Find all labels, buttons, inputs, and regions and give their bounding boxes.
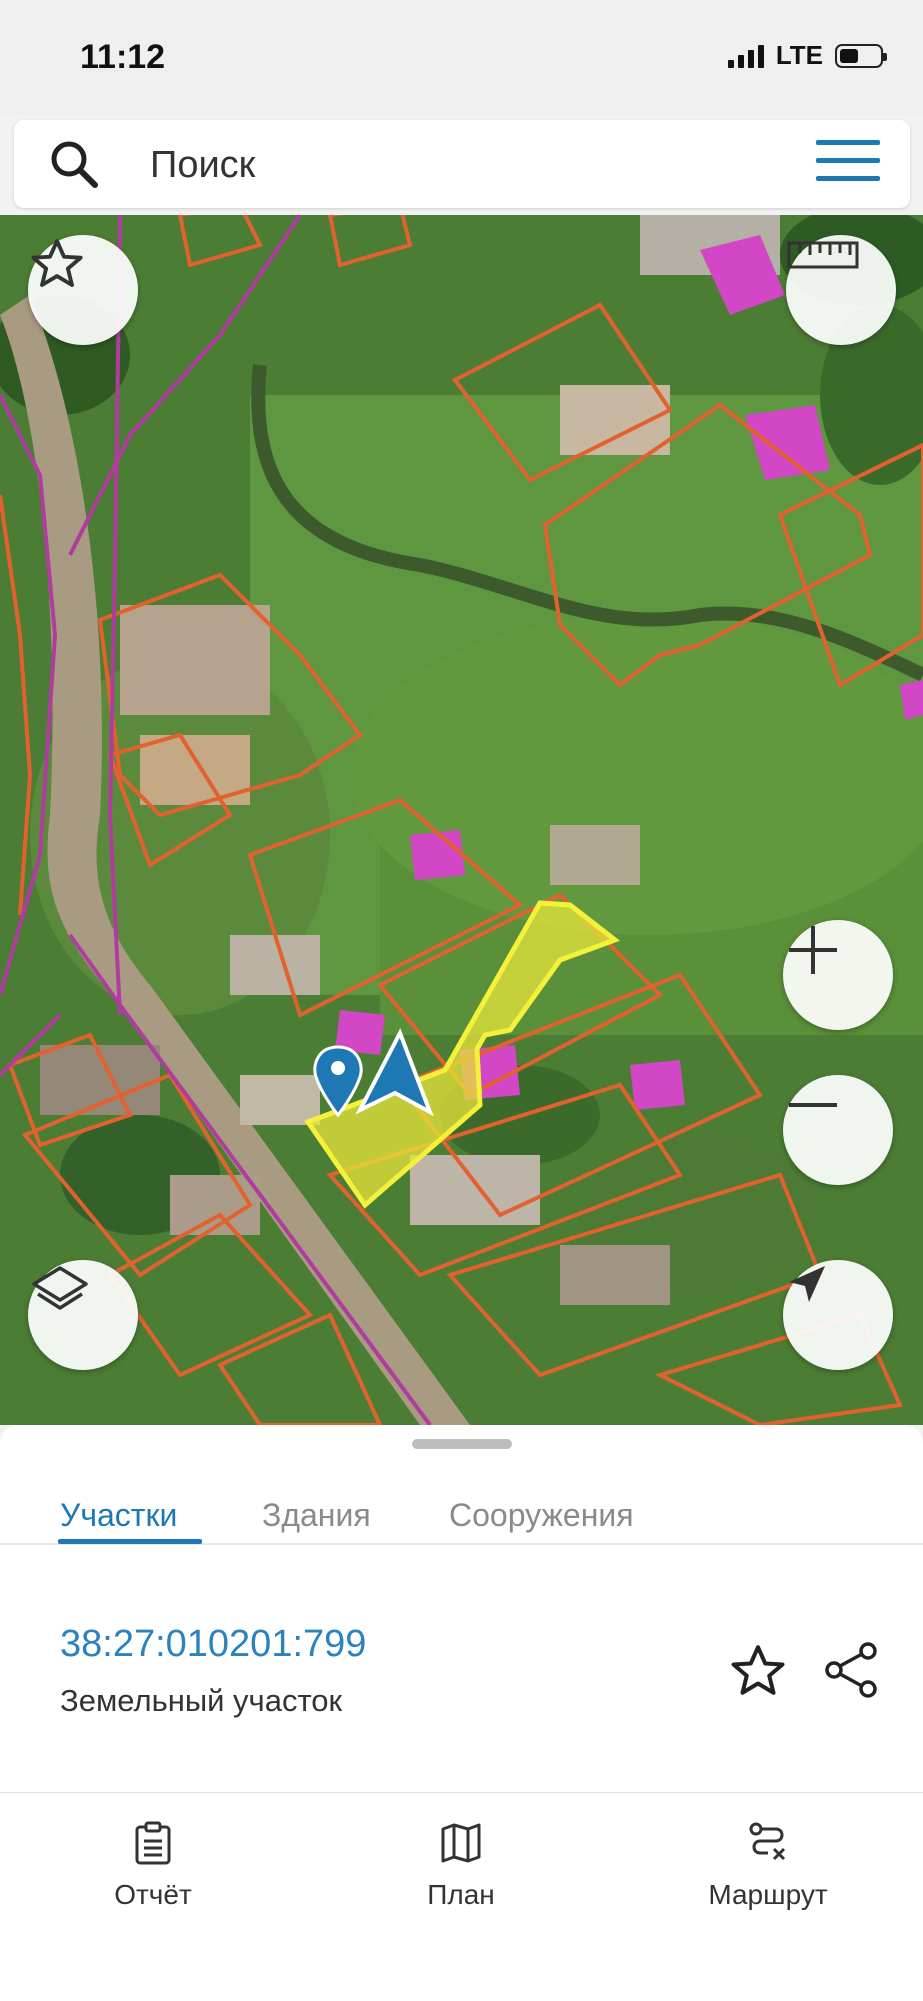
- nav-report-label: Отчёт: [114, 1879, 192, 1910]
- sheet-drag-handle[interactable]: [412, 1439, 512, 1449]
- zoom-out-icon: [789, 1103, 837, 1107]
- map-view[interactable]: [0, 215, 923, 1425]
- measure-button[interactable]: [786, 235, 896, 345]
- parcel-type: Земельный участок: [60, 1683, 343, 1718]
- nav-route-label: Маршрут: [708, 1879, 828, 1910]
- ruler-icon: [787, 241, 859, 269]
- nav-plan-label: План: [427, 1879, 495, 1910]
- tab-parcels[interactable]: Участки: [60, 1497, 177, 1534]
- layers-button[interactable]: [28, 1260, 138, 1370]
- parcel-cadastral-number[interactable]: 38:27:010201:799: [60, 1623, 366, 1666]
- nav-report[interactable]: Отчёт: [53, 1821, 253, 1911]
- tab-structures[interactable]: Сооружения: [449, 1497, 634, 1534]
- search-bar[interactable]: Поиск: [14, 120, 910, 208]
- bottom-sheet[interactable]: Участки Здания Сооружения 38:27:010201:7…: [0, 1425, 923, 1792]
- layers-icon: [32, 1266, 88, 1310]
- status-time: 11:12: [80, 38, 166, 76]
- search-icon: [51, 141, 98, 188]
- status-bar: 11:12 LTE: [0, 0, 923, 115]
- nav-plan[interactable]: План: [361, 1821, 561, 1911]
- status-indicators: LTE: [727, 40, 887, 71]
- satellite-map[interactable]: [0, 215, 923, 1425]
- favorites-button[interactable]: [28, 235, 138, 345]
- locate-button[interactable]: [783, 1260, 893, 1370]
- zoom-out-button[interactable]: [783, 1075, 893, 1185]
- star-icon: [31, 239, 83, 287]
- signal-icon: [727, 44, 764, 68]
- bottom-navigation: Отчёт План Маршрут: [0, 1792, 923, 2001]
- active-tab-indicator: [58, 1539, 202, 1544]
- tab-buildings[interactable]: Здания: [262, 1497, 371, 1534]
- zoom-in-icon: [789, 926, 837, 974]
- share-icon[interactable]: [820, 1639, 882, 1701]
- tab-bar: Участки Здания Сооружения: [0, 1465, 923, 1545]
- route-icon: [749, 1822, 786, 1861]
- zoom-in-button[interactable]: [783, 920, 893, 1030]
- map-icon: [441, 1823, 481, 1863]
- search-input[interactable]: Поиск: [150, 144, 255, 187]
- favorite-star-icon[interactable]: [728, 1641, 788, 1701]
- menu-icon[interactable]: [816, 140, 880, 188]
- battery-icon: [835, 43, 887, 68]
- locate-icon: [789, 1266, 825, 1302]
- nav-route[interactable]: Маршрут: [668, 1821, 868, 1911]
- network-label: LTE: [775, 40, 823, 70]
- report-icon: [135, 1821, 171, 1865]
